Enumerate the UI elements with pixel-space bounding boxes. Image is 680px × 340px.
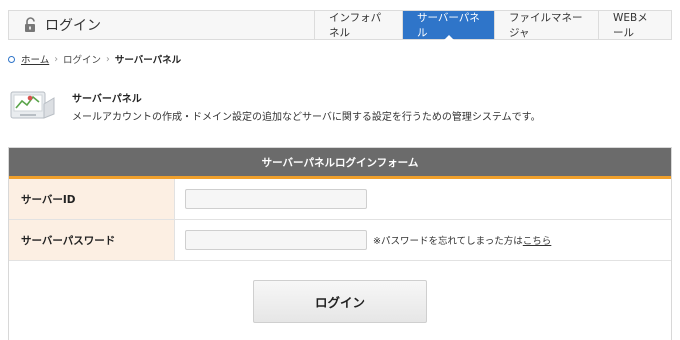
login-form: サーバーパネルログインフォーム サーバーID サーバーパスワード ※パスワードを…: [8, 147, 672, 340]
breadcrumb: ホーム › ログイン › サーバーパネル: [8, 52, 181, 66]
lock-icon: [25, 17, 35, 32]
tab-web-mail[interactable]: WEBメール: [598, 11, 671, 39]
breadcrumb-home-link[interactable]: ホーム: [21, 52, 49, 66]
circle-bullet-icon: [8, 55, 15, 63]
login-button[interactable]: ログイン: [253, 280, 427, 323]
forgot-password-link[interactable]: こちら: [523, 236, 552, 247]
breadcrumb-current: サーバーパネル: [114, 55, 182, 66]
chevron-right-icon: ›: [106, 53, 110, 65]
breadcrumb-login: ログイン: [63, 55, 102, 66]
tab-file-manager[interactable]: ファイルマネージャ: [494, 11, 598, 39]
nav-tabs: インフォパネル サーバーパネル ファイルマネージャ WEBメール: [314, 11, 671, 40]
password-input[interactable]: [185, 230, 367, 250]
server-id-label: サーバーID: [9, 179, 175, 219]
chevron-right-icon: ›: [54, 53, 59, 65]
forgot-text: ※パスワードを忘れてしまった方は: [373, 236, 523, 247]
forgot-note: ※パスワードを忘れてしまった方はこちら: [373, 233, 551, 247]
password-row: サーバーパスワード ※パスワードを忘れてしまった方はこちら: [9, 220, 671, 261]
server-panel-icon: [10, 91, 55, 119]
form-heading: サーバーパネルログインフォーム: [9, 148, 671, 179]
intro-title: サーバーパネル: [72, 94, 142, 105]
intro-description: メールアカウントの作成・ドメイン設定の追加などサーバに関する設定を行うための管理…: [72, 112, 541, 123]
brand: ログイン: [9, 11, 314, 39]
page-title: ログイン: [45, 18, 101, 34]
server-id-row: サーバーID: [9, 179, 671, 220]
submit-row: ログイン: [9, 261, 671, 340]
password-label: サーバーパスワード: [9, 220, 175, 260]
server-id-input[interactable]: [185, 189, 367, 209]
tab-server-panel[interactable]: サーバーパネル: [402, 11, 494, 40]
top-header: ログイン インフォパネル サーバーパネル ファイルマネージャ WEBメール: [8, 10, 672, 40]
tab-info-panel[interactable]: インフォパネル: [314, 11, 402, 39]
intro-section: サーバーパネル メールアカウントの作成・ドメイン設定の追加などサーバに関する設定…: [8, 84, 541, 123]
